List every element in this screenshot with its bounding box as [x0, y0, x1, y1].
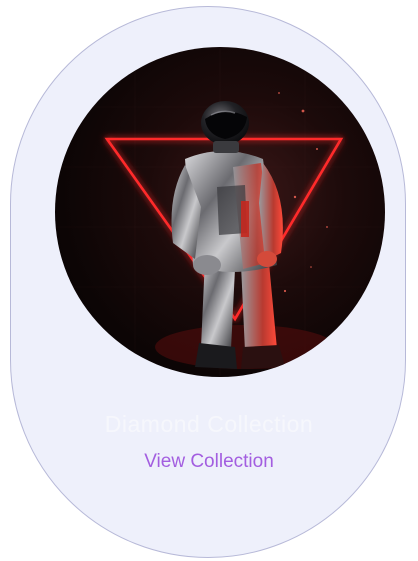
collection-image[interactable]	[55, 47, 385, 377]
astronaut-illustration	[55, 47, 385, 377]
collection-card: Diamond Collection View Collection	[10, 6, 406, 558]
view-collection-link[interactable]: View Collection	[11, 451, 407, 473]
collection-title: Diamond Collection	[104, 411, 314, 437]
